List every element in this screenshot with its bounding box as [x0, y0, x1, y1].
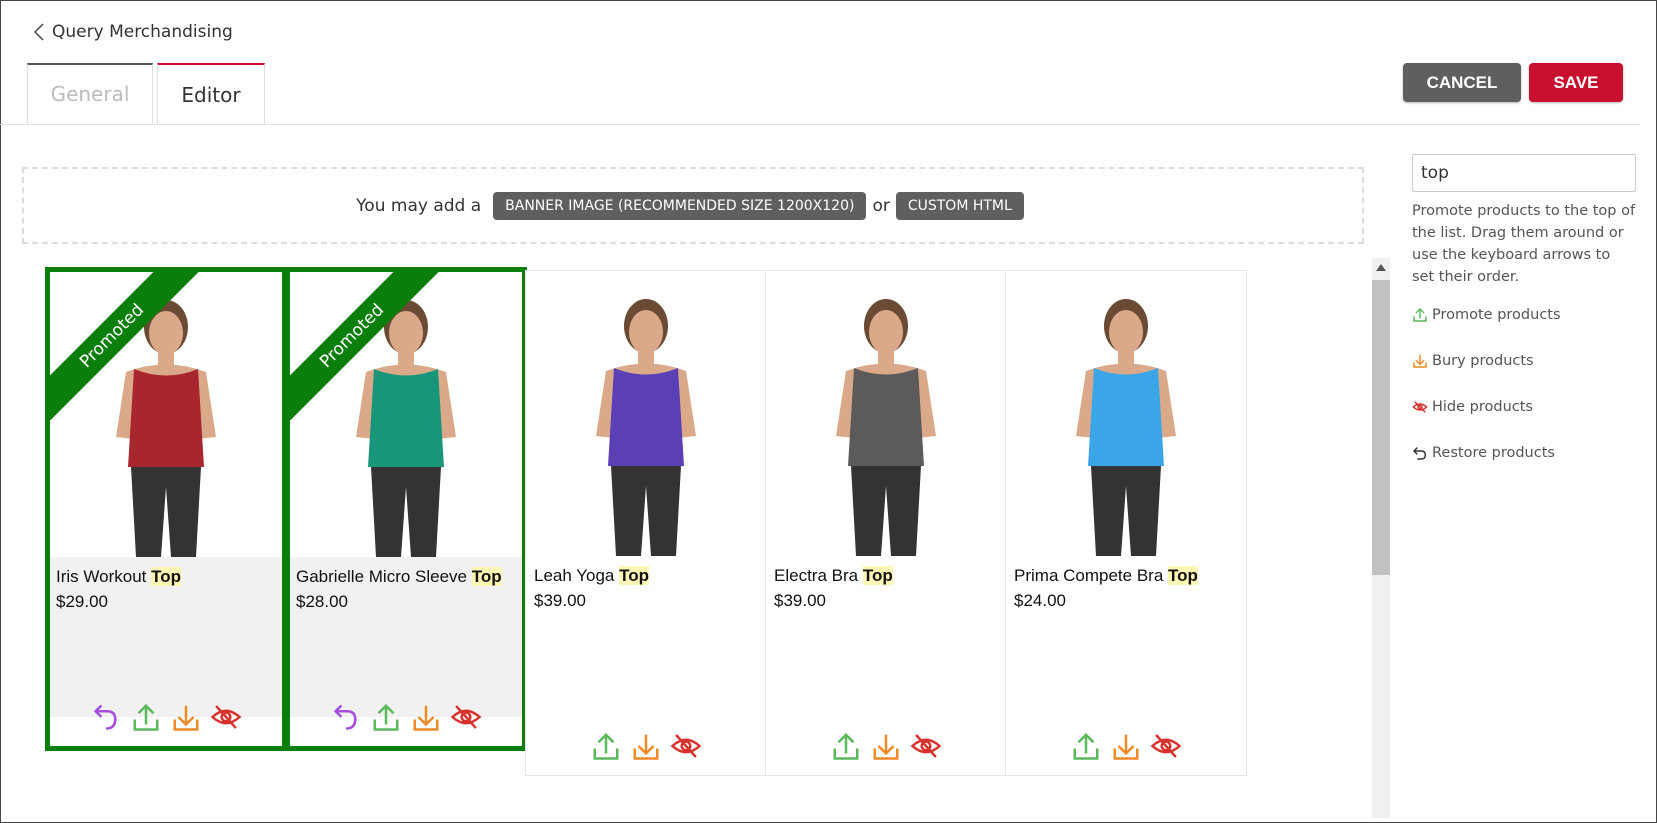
side-panel: Promote products to the top of the list.… [1412, 154, 1636, 488]
hide-button[interactable] [450, 701, 482, 733]
promote-button[interactable] [830, 730, 862, 762]
hide-button[interactable] [910, 730, 942, 762]
hide-icon [1412, 401, 1428, 413]
bury-button[interactable] [630, 730, 662, 762]
product-name: Iris Workout Top [56, 567, 182, 586]
promote-button[interactable] [370, 701, 402, 733]
promote-button[interactable] [590, 730, 622, 762]
promote-button[interactable] [130, 701, 162, 733]
product-info: Prima Compete Bra Top $24.00 [1006, 556, 1246, 716]
product-grid: Promoted Iris Workout Top $29.00 Promote… [45, 267, 1375, 785]
legend-bury: Bury products [1412, 350, 1636, 372]
chevron-left-icon [34, 23, 44, 41]
product-actions [290, 688, 522, 746]
product-price: $39.00 [774, 591, 826, 610]
product-name: Gabrielle Micro Sleeve Top [296, 567, 502, 586]
cancel-button[interactable]: CANCEL [1403, 63, 1521, 102]
action-legend: Promote products Bury products Hide prod… [1412, 304, 1636, 464]
hide-button[interactable] [210, 701, 242, 733]
promote-icon [1413, 307, 1427, 322]
legend-hide: Hide products [1412, 396, 1636, 418]
help-text: Promote products to the top of the list.… [1412, 203, 1636, 285]
product-card[interactable]: Promoted Iris Workout Top $29.00 [45, 267, 287, 751]
restore-button[interactable] [330, 701, 362, 733]
scrollbar-thumb[interactable] [1372, 280, 1390, 575]
product-image [526, 271, 766, 556]
bury-button[interactable] [170, 701, 202, 733]
product-name: Prima Compete Bra Top [1014, 566, 1198, 585]
legend-restore: Restore products [1412, 442, 1636, 464]
product-card[interactable]: Prima Compete Bra Top $24.00 [1005, 270, 1247, 776]
back-link-label: Query Merchandising [52, 22, 233, 42]
back-link[interactable]: Query Merchandising [34, 22, 233, 42]
product-image [1006, 271, 1246, 556]
scroll-up-arrow[interactable] [1376, 264, 1386, 271]
product-card[interactable]: Promoted Gabrielle Micro Sleeve Top $28.… [285, 267, 527, 751]
tab-divider [0, 124, 1640, 125]
add-banner-image-button[interactable]: BANNER IMAGE (RECOMMENDED SIZE 1200X120) [493, 191, 867, 220]
legend-promote: Promote products [1412, 304, 1636, 326]
product-name: Electra Bra Top [774, 566, 893, 585]
product-actions [50, 688, 282, 746]
bury-button[interactable] [870, 730, 902, 762]
product-actions [766, 717, 1006, 775]
product-price: $28.00 [296, 592, 348, 611]
add-custom-html-button[interactable]: CUSTOM HTML [895, 191, 1024, 220]
banner-prefix: You may add a [356, 195, 482, 216]
product-actions [526, 717, 766, 775]
product-card[interactable]: Leah Yoga Top $39.00 [525, 270, 767, 776]
product-price: $39.00 [534, 591, 586, 610]
banner-dropzone: You may add a BANNER IMAGE (RECOMMENDED … [22, 167, 1364, 244]
bury-icon [1413, 355, 1427, 368]
tab-bar: General Editor [27, 63, 265, 125]
product-image [766, 271, 1006, 556]
product-image [50, 272, 282, 557]
tab-general[interactable]: General [27, 63, 153, 123]
search-input[interactable] [1412, 154, 1636, 192]
product-info: Electra Bra Top $39.00 [766, 556, 1006, 716]
product-info: Leah Yoga Top $39.00 [526, 556, 766, 716]
product-card[interactable]: Electra Bra Top $39.00 [765, 270, 1007, 776]
scrollbar[interactable] [1372, 258, 1390, 818]
product-price: $29.00 [56, 592, 108, 611]
hide-button[interactable] [1150, 730, 1182, 762]
product-price: $24.00 [1014, 591, 1066, 610]
restore-button[interactable] [90, 701, 122, 733]
restore-icon [1412, 447, 1427, 460]
banner-or: or [872, 195, 890, 216]
bury-button[interactable] [410, 701, 442, 733]
product-image [290, 272, 522, 557]
promote-button[interactable] [1070, 730, 1102, 762]
tab-editor[interactable]: Editor [157, 63, 265, 125]
hide-button[interactable] [670, 730, 702, 762]
product-actions [1006, 717, 1246, 775]
save-button[interactable]: SAVE [1529, 63, 1623, 102]
product-name: Leah Yoga Top [534, 566, 650, 585]
bury-button[interactable] [1110, 730, 1142, 762]
